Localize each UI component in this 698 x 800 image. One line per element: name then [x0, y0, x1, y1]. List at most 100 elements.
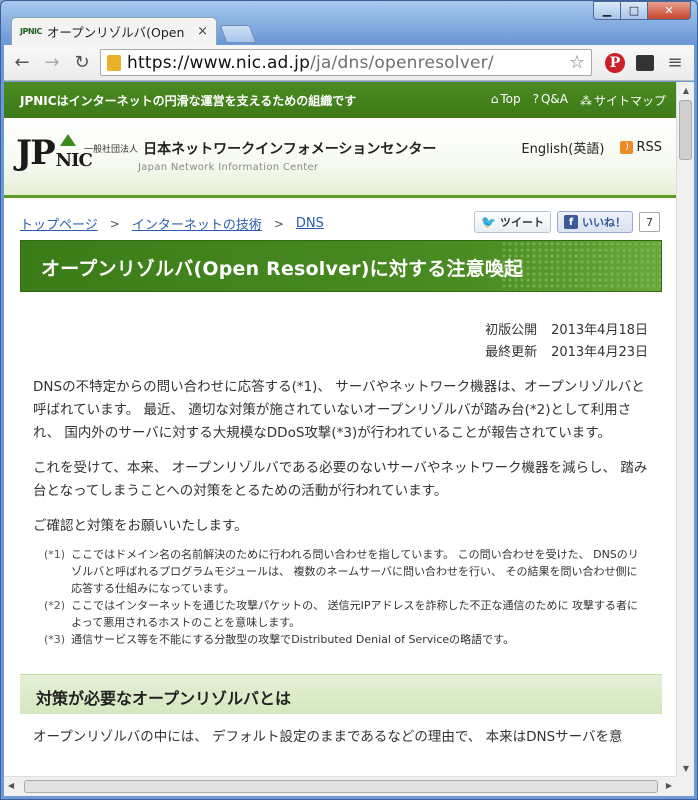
breadcrumb-row: トップページ > インターネットの技術 > DNS 🐦 ツイート f いいね！ 7	[4, 198, 676, 240]
publish-dates: 初版公開 2013年4月18日 最終更新 2013年4月23日	[4, 320, 648, 364]
sitemap-link-label: サイトマップ	[593, 93, 666, 108]
print-extension-button[interactable]	[632, 50, 658, 76]
browser-window: ▁ □ ✕ JPNIC オープンリゾルバ(Open × ← → ↻ https:…	[0, 0, 698, 800]
section-paragraph: オープンリゾルバの中には、 デフォルト設定のままであるなどの理由で、 本来はDN…	[33, 729, 623, 745]
breadcrumb: トップページ > インターネットの技術 > DNS	[20, 214, 324, 233]
twitter-bird-icon: 🐦	[481, 215, 496, 229]
url-text[interactable]: https://www.nic.ad.jp/ja/dns/openresolve…	[127, 53, 569, 73]
sitemap-icon: ⁂	[579, 93, 592, 108]
published-label: 初版公開	[485, 323, 538, 338]
scroll-right-arrow-icon[interactable]: ▶	[666, 781, 672, 790]
reload-button[interactable]: ↻	[70, 51, 94, 75]
window-controls: ▁ □ ✕	[593, 1, 691, 20]
org-type: 一般社団法人	[84, 145, 139, 155]
activity-paragraph: これを受けて、本来、 オープンリゾルバである必要のないサーバやネットワーク機器を…	[33, 460, 648, 499]
top-link-label: Top	[500, 91, 521, 106]
footnotes: (*1) ここではドメイン名の名前解決のために行われる問い合わせを指しています。 …	[44, 546, 648, 648]
tweet-button[interactable]: 🐦 ツイート	[474, 211, 551, 233]
page-title-banner: オープンリゾルバ(Open Resolver)に対する注意喚起	[20, 240, 662, 292]
footnote-number: (*2)	[44, 599, 66, 612]
page-viewport: JPNICはインターネットの円滑な運営を支えるための組織です ⌂ Top ? Q&A…	[4, 82, 676, 776]
org-name-block: 一般社団法人 日本ネットワークインフォメーションセンター Japan Netwo…	[84, 138, 436, 173]
scroll-left-arrow-icon[interactable]: ◀	[8, 781, 14, 790]
footnote-number: (*3)	[44, 633, 66, 646]
facebook-like-button[interactable]: f いいね！	[557, 211, 633, 233]
breadcrumb-separator: >	[273, 216, 284, 231]
scroll-up-arrow-icon[interactable]: ▲	[677, 82, 695, 98]
maximize-button[interactable]: □	[620, 1, 648, 20]
footnote: (*2) ここではインターネットを通じた攻撃パケットの、 送信元IPアドレスを詐称…	[44, 597, 648, 631]
top-link[interactable]: ⌂ Top	[491, 92, 521, 109]
jpnic-logo[interactable]: JP NIC	[16, 133, 93, 173]
home-icon: ⌂	[490, 91, 499, 106]
browser-toolbar: ← → ↻ https://www.nic.ad.jp/ja/dns/openr…	[4, 45, 694, 81]
published-date: 2013年4月18日	[551, 323, 648, 338]
facebook-icon: f	[564, 215, 578, 229]
qa-link-label: Q&A	[540, 91, 568, 106]
scroll-down-arrow-icon[interactable]: ▼	[677, 760, 695, 776]
pinterest-extension-button[interactable]: P	[602, 50, 628, 76]
bookmark-star-icon[interactable]: ☆	[569, 52, 585, 73]
question-icon: ?	[532, 91, 539, 106]
new-tab-button[interactable]	[219, 25, 257, 43]
logo-jp: JP	[16, 133, 56, 173]
close-window-button[interactable]: ✕	[647, 1, 691, 20]
horizontal-scroll-thumb[interactable]	[24, 780, 658, 793]
browser-tab[interactable]: JPNIC オープンリゾルバ(Open ×	[11, 17, 217, 45]
printer-icon	[636, 54, 654, 71]
social-buttons: 🐦 ツイート f いいね！ 7	[474, 211, 660, 233]
updated-date: 2013年4月23日	[551, 345, 648, 360]
address-bar[interactable]: https://www.nic.ad.jp/ja/dns/openresolve…	[100, 49, 592, 76]
tweet-label: ツイート	[500, 216, 544, 229]
footnote-text: ここではドメイン名の名前解決のために行われる問い合わせを指しています。 この問い…	[71, 548, 639, 595]
site-tagline: JPNICはインターネットの円滑な運営を支えるための組織です	[20, 93, 357, 108]
intro-paragraph: DNSの不特定からの問い合わせに応答する(*1)、 サーバやネットワーク機器は、…	[33, 379, 645, 441]
jpnic-favicon-icon: JPNIC	[20, 27, 42, 36]
breadcrumb-dns[interactable]: DNS	[296, 216, 324, 231]
section-heading: 対策が必要なオープンリゾルバとは	[36, 689, 292, 708]
page-title: オープンリゾルバ(Open Resolver)に対する注意喚起	[41, 258, 524, 280]
tab-close-icon[interactable]: ×	[197, 24, 208, 39]
back-button[interactable]: ←	[10, 51, 34, 75]
pinterest-icon: P	[605, 52, 625, 73]
section-heading-box: 対策が必要なオープンリゾルバとは	[20, 674, 662, 714]
qa-link[interactable]: ? Q&A	[533, 92, 568, 109]
breadcrumb-separator: >	[109, 216, 120, 231]
org-name-english: Japan Network Information Center	[138, 161, 319, 173]
security-lock-icon[interactable]	[107, 54, 121, 71]
minimize-button[interactable]: ▁	[593, 1, 621, 20]
org-name: 日本ネットワークインフォメーションセンター	[143, 141, 437, 158]
sitemap-link[interactable]: ⁂ サイトマップ	[580, 92, 666, 109]
forward-button[interactable]: →	[40, 51, 64, 75]
tab-title: オープンリゾルバ(Open	[46, 25, 185, 40]
breadcrumb-top[interactable]: トップページ	[20, 214, 98, 233]
header-links: English(英語) ) RSS	[521, 138, 662, 157]
footnote: (*1) ここではドメイン名の名前解決のために行われる問い合わせを指しています。 …	[44, 546, 648, 597]
breadcrumb-internet-tech[interactable]: インターネットの技術	[132, 214, 262, 233]
footnote-text: 通信サービス等を不能にする分散型の攻撃でDistributed Denial o…	[71, 633, 515, 646]
menu-icon: ≡	[667, 52, 683, 73]
request-paragraph: ご確認と対策をお願いいたします。	[33, 518, 248, 534]
scrollbar-corner	[676, 776, 694, 796]
vertical-scrollbar[interactable]: ▲ ▼	[676, 82, 694, 776]
vertical-scroll-thumb[interactable]	[679, 100, 692, 160]
updated-label: 最終更新	[485, 345, 538, 360]
logo-triangle-icon	[60, 134, 76, 146]
chrome-menu-button[interactable]: ≡	[662, 50, 688, 76]
topbar-links: ⌂ Top ? Q&A ⁂ サイトマップ	[491, 92, 666, 109]
url-host: https://www.nic.ad.jp	[127, 52, 311, 73]
site-topbar: JPNICはインターネットの円滑な運営を支えるための組織です ⌂ Top ? Q&A…	[4, 82, 676, 118]
title-dot-pattern	[501, 241, 661, 291]
rss-icon: )	[620, 141, 634, 154]
english-link[interactable]: English(英語)	[521, 138, 604, 157]
horizontal-scrollbar[interactable]: ◀ ▶	[4, 776, 676, 796]
footnote: (*3) 通信サービス等を不能にする分散型の攻撃でDistributed Deni…	[44, 631, 648, 648]
site-header: JP NIC 一般社団法人 日本ネットワークインフォメーションセンター Japa…	[4, 118, 676, 198]
footnote-text: ここではインターネットを通じた攻撃パケットの、 送信元IPアドレスを詐称した不正…	[71, 599, 638, 629]
rss-link[interactable]: ) RSS	[620, 140, 662, 155]
rss-label: RSS	[636, 140, 662, 155]
url-path: /ja/dns/openresolver/	[310, 52, 494, 73]
footnote-number: (*1)	[44, 548, 66, 561]
like-count: 7	[639, 212, 660, 232]
like-label: いいね！	[582, 216, 626, 229]
